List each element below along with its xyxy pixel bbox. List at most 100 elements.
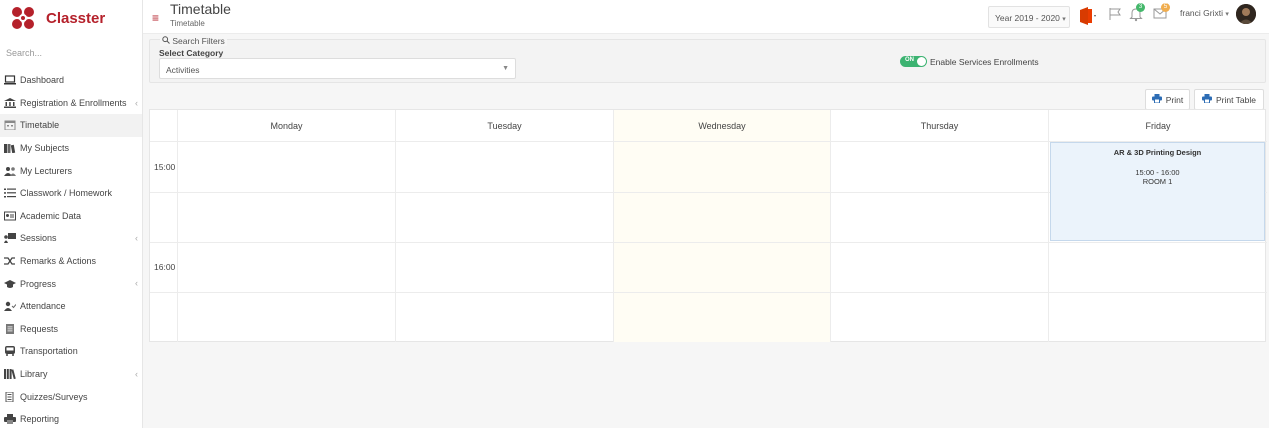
- sidebar-nav: Dashboard Registration & Enrollments ‹ T…: [0, 69, 142, 428]
- year-select[interactable]: Year 2019 - 2020 ▾: [988, 6, 1070, 28]
- sidebar-item-academic-data[interactable]: Academic Data: [0, 205, 142, 228]
- printer-icon: [1201, 94, 1212, 105]
- caret-down-icon: ▾: [1225, 11, 1229, 18]
- sidebar-item-sessions[interactable]: Sessions ‹: [0, 227, 142, 250]
- print-table-label: Print Table: [1215, 94, 1256, 105]
- sidebar-item-label: Classwork / Homework: [20, 188, 113, 199]
- list-icon: [4, 188, 16, 198]
- category-label: Select Category: [159, 48, 224, 58]
- avatar[interactable]: [1236, 4, 1256, 24]
- toggle-state: ON: [905, 57, 914, 63]
- search-icon: [162, 36, 172, 46]
- category-select-value: Activities: [166, 65, 200, 75]
- sidebar-item-quizzes[interactable]: Quizzes/Surveys: [0, 385, 142, 408]
- timetable-event[interactable]: AR & 3D Printing Design 15:00 - 16:00 RO…: [1050, 142, 1265, 241]
- sidebar-item-label: Remarks & Actions: [20, 256, 97, 267]
- sidebar-item-requests[interactable]: Requests: [0, 318, 142, 341]
- sidebar-item-label: Registration & Enrollments: [20, 97, 127, 108]
- time-label-16: 16:00: [154, 262, 176, 272]
- time-label-15: 15:00: [154, 162, 176, 172]
- hamburger-menu-icon[interactable]: ≡: [152, 11, 159, 25]
- sidebar-item-label: Library: [20, 369, 48, 380]
- caret-down-icon: ▾: [1062, 16, 1066, 23]
- books-icon: [4, 143, 16, 154]
- sidebar-item-label: Progress: [20, 278, 57, 289]
- day-header-wednesday: Wednesday: [614, 110, 831, 142]
- chevron-left-icon: ‹: [135, 368, 138, 379]
- breadcrumb: Timetable: [170, 19, 205, 28]
- users-icon: [4, 166, 16, 176]
- top-header: ≡ Timetable Timetable Year 2019 - 2020 ▾…: [143, 0, 1269, 34]
- sidebar-item-label: Reporting: [20, 414, 60, 425]
- library-icon: [4, 369, 16, 380]
- app-logo[interactable]: Classter: [0, 0, 142, 36]
- category-select[interactable]: Activities ▼: [159, 58, 516, 79]
- printer-icon: [4, 414, 16, 425]
- printer-icon: [1151, 94, 1162, 105]
- day-header-monday: Monday: [178, 110, 396, 142]
- sidebar-item-label: Attendance: [20, 301, 66, 312]
- event-time: 15:00 - 16:00: [1135, 168, 1180, 177]
- timetable-grid: Monday Tuesday Wednesday Thursday Friday…: [149, 109, 1267, 342]
- sidebar-item-library[interactable]: Library ‹: [0, 363, 142, 386]
- document-icon: [4, 323, 16, 334]
- sidebar-item-progress[interactable]: Progress ‹: [0, 272, 142, 295]
- hour-divider: [150, 242, 1267, 243]
- search-filters-panel: Search Filters Select Category Activitie…: [149, 36, 1266, 83]
- sidebar-item-label: My Subjects: [20, 143, 70, 154]
- search-filters-label: Search Filters: [172, 36, 225, 46]
- sidebar-item-label: Transportation: [20, 346, 78, 357]
- app-name: Classter: [46, 9, 106, 27]
- sidebar-search-input[interactable]: Search...: [0, 36, 142, 62]
- chevron-left-icon: ‹: [135, 97, 138, 108]
- day-header-thursday: Thursday: [831, 110, 1049, 142]
- sidebar-item-label: Requests: [20, 323, 59, 334]
- sidebar-item-attendance[interactable]: Attendance: [0, 295, 142, 318]
- print-table-button[interactable]: Print Table: [1194, 89, 1264, 110]
- laptop-icon: [4, 75, 16, 85]
- sidebar-item-timetable[interactable]: Timetable: [0, 114, 142, 137]
- sidebar-item-registration[interactable]: Registration & Enrollments ‹: [0, 92, 142, 115]
- sidebar-item-label: My Lecturers: [20, 165, 73, 176]
- sidebar-item-my-subjects[interactable]: My Subjects: [0, 137, 142, 160]
- id-card-icon: [4, 211, 16, 221]
- sidebar: Classter Search... Dashboard Registratio…: [0, 0, 143, 428]
- event-room: ROOM 1: [1142, 177, 1173, 186]
- shuffle-icon: [4, 256, 16, 266]
- chevron-left-icon: ‹: [135, 233, 138, 244]
- caret-down-icon: ▼: [502, 65, 509, 72]
- sidebar-item-label: Academic Data: [20, 210, 82, 221]
- user-menu[interactable]: franci Grixti ▾: [1180, 8, 1229, 18]
- sidebar-item-my-lecturers[interactable]: My Lecturers: [0, 159, 142, 182]
- sidebar-item-remarks[interactable]: Remarks & Actions: [0, 250, 142, 273]
- print-button[interactable]: Print: [1145, 89, 1190, 110]
- bus-icon: [4, 346, 16, 357]
- enable-services-label: Enable Services Enrollments: [930, 57, 1039, 67]
- sidebar-item-label: Quizzes/Surveys: [20, 391, 88, 402]
- messages-badge: 5: [1161, 3, 1170, 12]
- sidebar-item-dashboard[interactable]: Dashboard: [0, 69, 142, 92]
- graduation-cap-icon: [4, 279, 16, 289]
- day-header-tuesday: Tuesday: [396, 110, 614, 142]
- sidebar-item-label: Dashboard: [20, 75, 65, 86]
- event-title: AR & 3D Printing Design: [1113, 148, 1202, 157]
- year-select-value: Year 2019 - 2020: [995, 13, 1060, 23]
- notifications-badge: 3: [1136, 3, 1145, 12]
- time-column-header: [150, 110, 178, 142]
- page-title: Timetable: [170, 1, 231, 17]
- toggle-knob: [917, 57, 926, 66]
- user-name: franci Grixti: [1180, 8, 1223, 18]
- quiz-icon: [4, 391, 16, 402]
- sidebar-item-classwork[interactable]: Classwork / Homework: [0, 182, 142, 205]
- user-check-icon: [4, 301, 16, 312]
- sidebar-item-reporting[interactable]: Reporting: [0, 408, 142, 428]
- classter-logo-icon: [10, 6, 36, 30]
- flag-icon[interactable]: [1109, 8, 1121, 20]
- search-filters-legend[interactable]: Search Filters: [160, 36, 227, 46]
- sidebar-item-label: Timetable: [20, 120, 60, 131]
- presentation-icon: [4, 233, 16, 244]
- enable-services-toggle[interactable]: ON: [900, 56, 927, 67]
- office-apps-icon[interactable]: [1078, 6, 1098, 26]
- sidebar-item-transportation[interactable]: Transportation: [0, 340, 142, 363]
- day-header-friday: Friday: [1049, 110, 1267, 142]
